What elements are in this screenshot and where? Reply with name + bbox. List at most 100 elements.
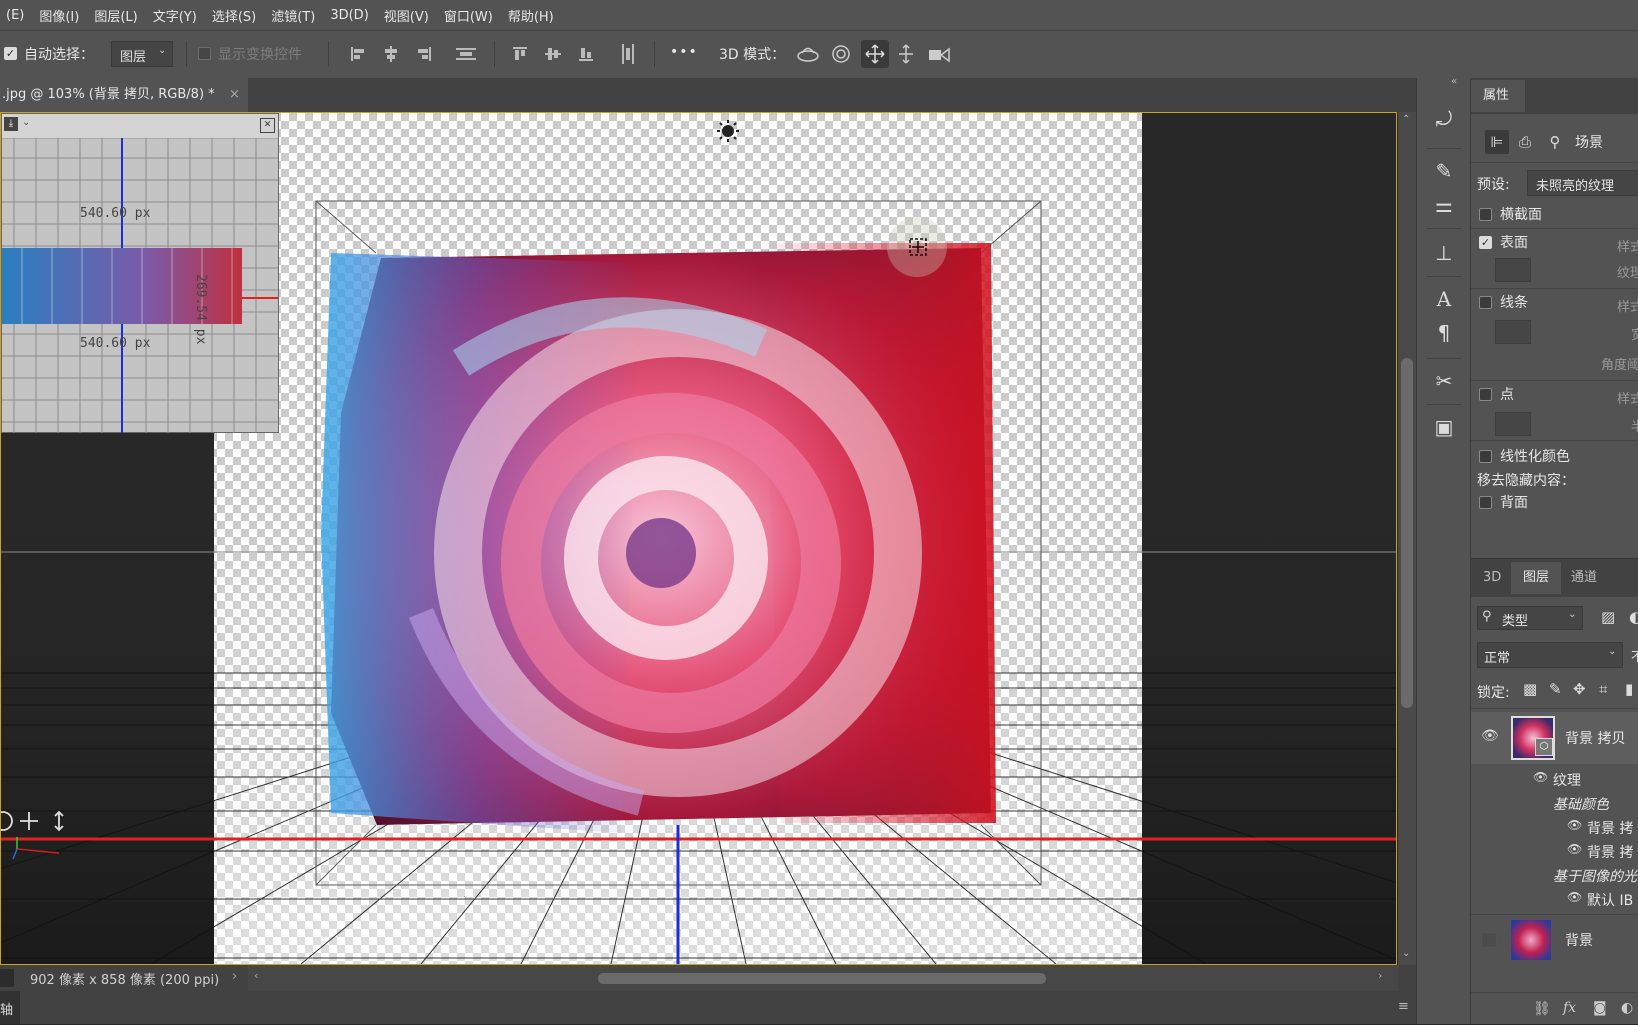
align-right-icon[interactable] [412, 42, 436, 66]
brush-settings-icon[interactable]: ✎ [1431, 158, 1457, 184]
adjustments-icon[interactable]: ⚌ [1431, 192, 1457, 218]
tab-channels[interactable]: 通道 [1571, 562, 1597, 594]
lock-position-icon[interactable]: ✥ [1573, 680, 1586, 698]
lock-pixels-icon[interactable]: ✎ [1549, 680, 1562, 698]
show-transform-checkbox[interactable] [198, 47, 211, 60]
layer-row-texture-copy-1[interactable]: 👁 背景 拷 [1471, 816, 1638, 838]
roll-3d-icon[interactable] [829, 42, 853, 66]
character-icon[interactable]: A [1431, 286, 1457, 312]
menu-image[interactable]: 图像(I) [33, 6, 88, 25]
eye-icon[interactable]: 👁 [1567, 890, 1582, 904]
lines-checkbox[interactable] [1479, 295, 1492, 309]
scroll-right-icon[interactable]: › [1378, 969, 1382, 982]
layer-row-texture[interactable]: 👁 纹理 [1471, 768, 1638, 790]
add-mask-icon[interactable]: ◙ [1593, 1000, 1607, 1016]
view-menu-icon[interactable]: ⤓ [4, 117, 18, 131]
collapse-panels-icon[interactable]: « [1451, 76, 1457, 87]
align-top-icon[interactable] [508, 42, 532, 66]
layer-row-background-copy[interactable]: 👁 ⬡ 背景 拷贝 [1471, 712, 1638, 764]
dimension-bottom-label: 540.60 px [80, 336, 151, 351]
paragraph-icon[interactable]: ¶ [1431, 320, 1457, 346]
horizontal-scroll-thumb[interactable] [598, 973, 1046, 984]
lock-artboard-icon[interactable]: ⌗ [1599, 680, 1607, 698]
coordinates-icon[interactable]: ⚲ [1543, 130, 1567, 154]
adjustment-layer-icon[interactable]: ◐ [1621, 1000, 1633, 1016]
history-icon[interactable]: ⤾ [1431, 106, 1457, 132]
eye-icon[interactable]: 👁 [1481, 728, 1499, 744]
properties-panel-icon[interactable]: ▣ [1431, 414, 1457, 440]
menu-window[interactable]: 窗口(W) [438, 6, 502, 25]
lock-transparency-icon[interactable]: ▩ [1523, 680, 1537, 698]
image-filter-icon[interactable]: ▨ [1601, 608, 1615, 626]
layer-effects-icon[interactable]: fx [1563, 1000, 1576, 1016]
lines-color-swatch[interactable] [1495, 320, 1531, 344]
points-checkbox[interactable] [1479, 387, 1492, 401]
auto-select-checkbox[interactable] [4, 47, 17, 60]
canvas-area[interactable]: ⤓ ⌄ ✕ 540.60 px 540.60 px 269.54 px [0, 112, 1397, 965]
distribute-icon[interactable] [454, 42, 478, 66]
align-left-icon[interactable] [346, 42, 370, 66]
points-color-swatch[interactable] [1495, 412, 1531, 436]
chevron-down-icon[interactable]: ⌄ [22, 117, 30, 128]
timeline-tab[interactable]: 轴 [0, 991, 20, 1024]
menu-help[interactable]: 帮助(H) [502, 6, 563, 25]
preset-dropdown[interactable]: 未照亮的纹理 [1527, 170, 1638, 196]
menu-type[interactable]: 文字(Y) [147, 6, 206, 25]
panel-menu-icon[interactable]: ≡ [1398, 999, 1409, 1014]
scroll-down-icon[interactable]: ⌄ [1402, 948, 1410, 959]
back-face-checkbox[interactable] [1479, 495, 1492, 509]
menu-filter[interactable]: 滤镜(T) [265, 6, 324, 25]
layer-row-default-ibl[interactable]: 👁 默认 IB [1471, 888, 1638, 910]
deform-icon[interactable]: ⎙ [1513, 130, 1537, 154]
mesh-icon[interactable]: ⊫ [1485, 130, 1509, 154]
more-options-button[interactable]: ••• [670, 44, 698, 60]
tab-properties[interactable]: 属性 [1471, 80, 1525, 112]
slide-3d-icon[interactable] [894, 42, 918, 66]
scroll-up-icon[interactable]: ⌃ [1402, 114, 1410, 125]
tab-3d[interactable]: 3D [1483, 562, 1501, 594]
lock-all-icon[interactable]: ▮ [1625, 680, 1633, 698]
secondary-view-panel[interactable]: ⤓ ⌄ ✕ 540.60 px 540.60 px 269.54 px [1, 113, 279, 433]
menu-layer[interactable]: 图层(L) [88, 6, 146, 25]
auto-select-dropdown[interactable]: 图层 ⌄ [111, 41, 173, 67]
pan-3d-icon[interactable] [861, 40, 889, 68]
horizontal-scrollbar[interactable]: ‹ › [248, 965, 1398, 991]
link-layers-icon[interactable]: ⛓ [1533, 1001, 1551, 1017]
surface-checkbox[interactable] [1479, 235, 1492, 249]
align-middle-v-icon[interactable] [541, 42, 565, 66]
layer-row-base-color[interactable]: 基础颜色 [1471, 792, 1638, 814]
menu-edit[interactable]: (E) [0, 8, 33, 23]
scroll-left-icon[interactable]: ‹ [254, 969, 258, 982]
vertical-scroll-thumb[interactable] [1401, 358, 1413, 708]
layer-kind-filter[interactable]: ⚲ 类型 ⌄ [1477, 606, 1583, 630]
eye-icon[interactable]: 👁 [1567, 818, 1582, 832]
zoom-field[interactable] [0, 969, 14, 987]
clone-source-icon[interactable]: ⊥ [1431, 240, 1457, 266]
vertical-scrollbar[interactable]: ⌃ ⌄ [1398, 112, 1416, 965]
orbit-3d-icon[interactable] [796, 42, 820, 66]
distribute-v-icon[interactable] [616, 42, 640, 66]
align-bottom-icon[interactable] [574, 42, 598, 66]
layer-row-background[interactable]: 背景 [1471, 916, 1638, 964]
layer-row-ibl[interactable]: 基于图像的光 [1471, 864, 1638, 886]
document-tab[interactable]: .jpg @ 103% (背景 拷贝, RGB/8) * × [0, 78, 248, 112]
status-menu-arrow[interactable]: › [232, 969, 237, 984]
scale-3d-icon[interactable] [927, 42, 951, 66]
cross-section-checkbox[interactable] [1479, 207, 1492, 221]
eye-icon[interactable]: 👁 [1567, 842, 1582, 856]
tools-icon[interactable]: ✂ [1431, 368, 1457, 394]
eye-icon[interactable]: 👁 [1533, 770, 1548, 784]
close-tab-icon[interactable]: × [229, 78, 240, 112]
menu-select[interactable]: 选择(S) [206, 6, 265, 25]
menu-3d[interactable]: 3D(D) [324, 8, 377, 23]
visibility-toggle[interactable] [1481, 932, 1497, 948]
linearize-checkbox[interactable] [1479, 449, 1492, 463]
surface-color-swatch[interactable] [1495, 258, 1531, 282]
menu-view[interactable]: 视图(V) [378, 6, 438, 25]
layer-row-texture-copy-2[interactable]: 👁 背景 拷 [1471, 840, 1638, 862]
close-view-icon[interactable]: ✕ [260, 118, 275, 133]
align-center-h-icon[interactable] [379, 42, 403, 66]
adjustment-filter-icon[interactable]: ◐ [1629, 608, 1638, 626]
blend-mode-dropdown[interactable]: 正常 ⌄ [1477, 642, 1623, 668]
tab-layers[interactable]: 图层 [1511, 562, 1561, 594]
